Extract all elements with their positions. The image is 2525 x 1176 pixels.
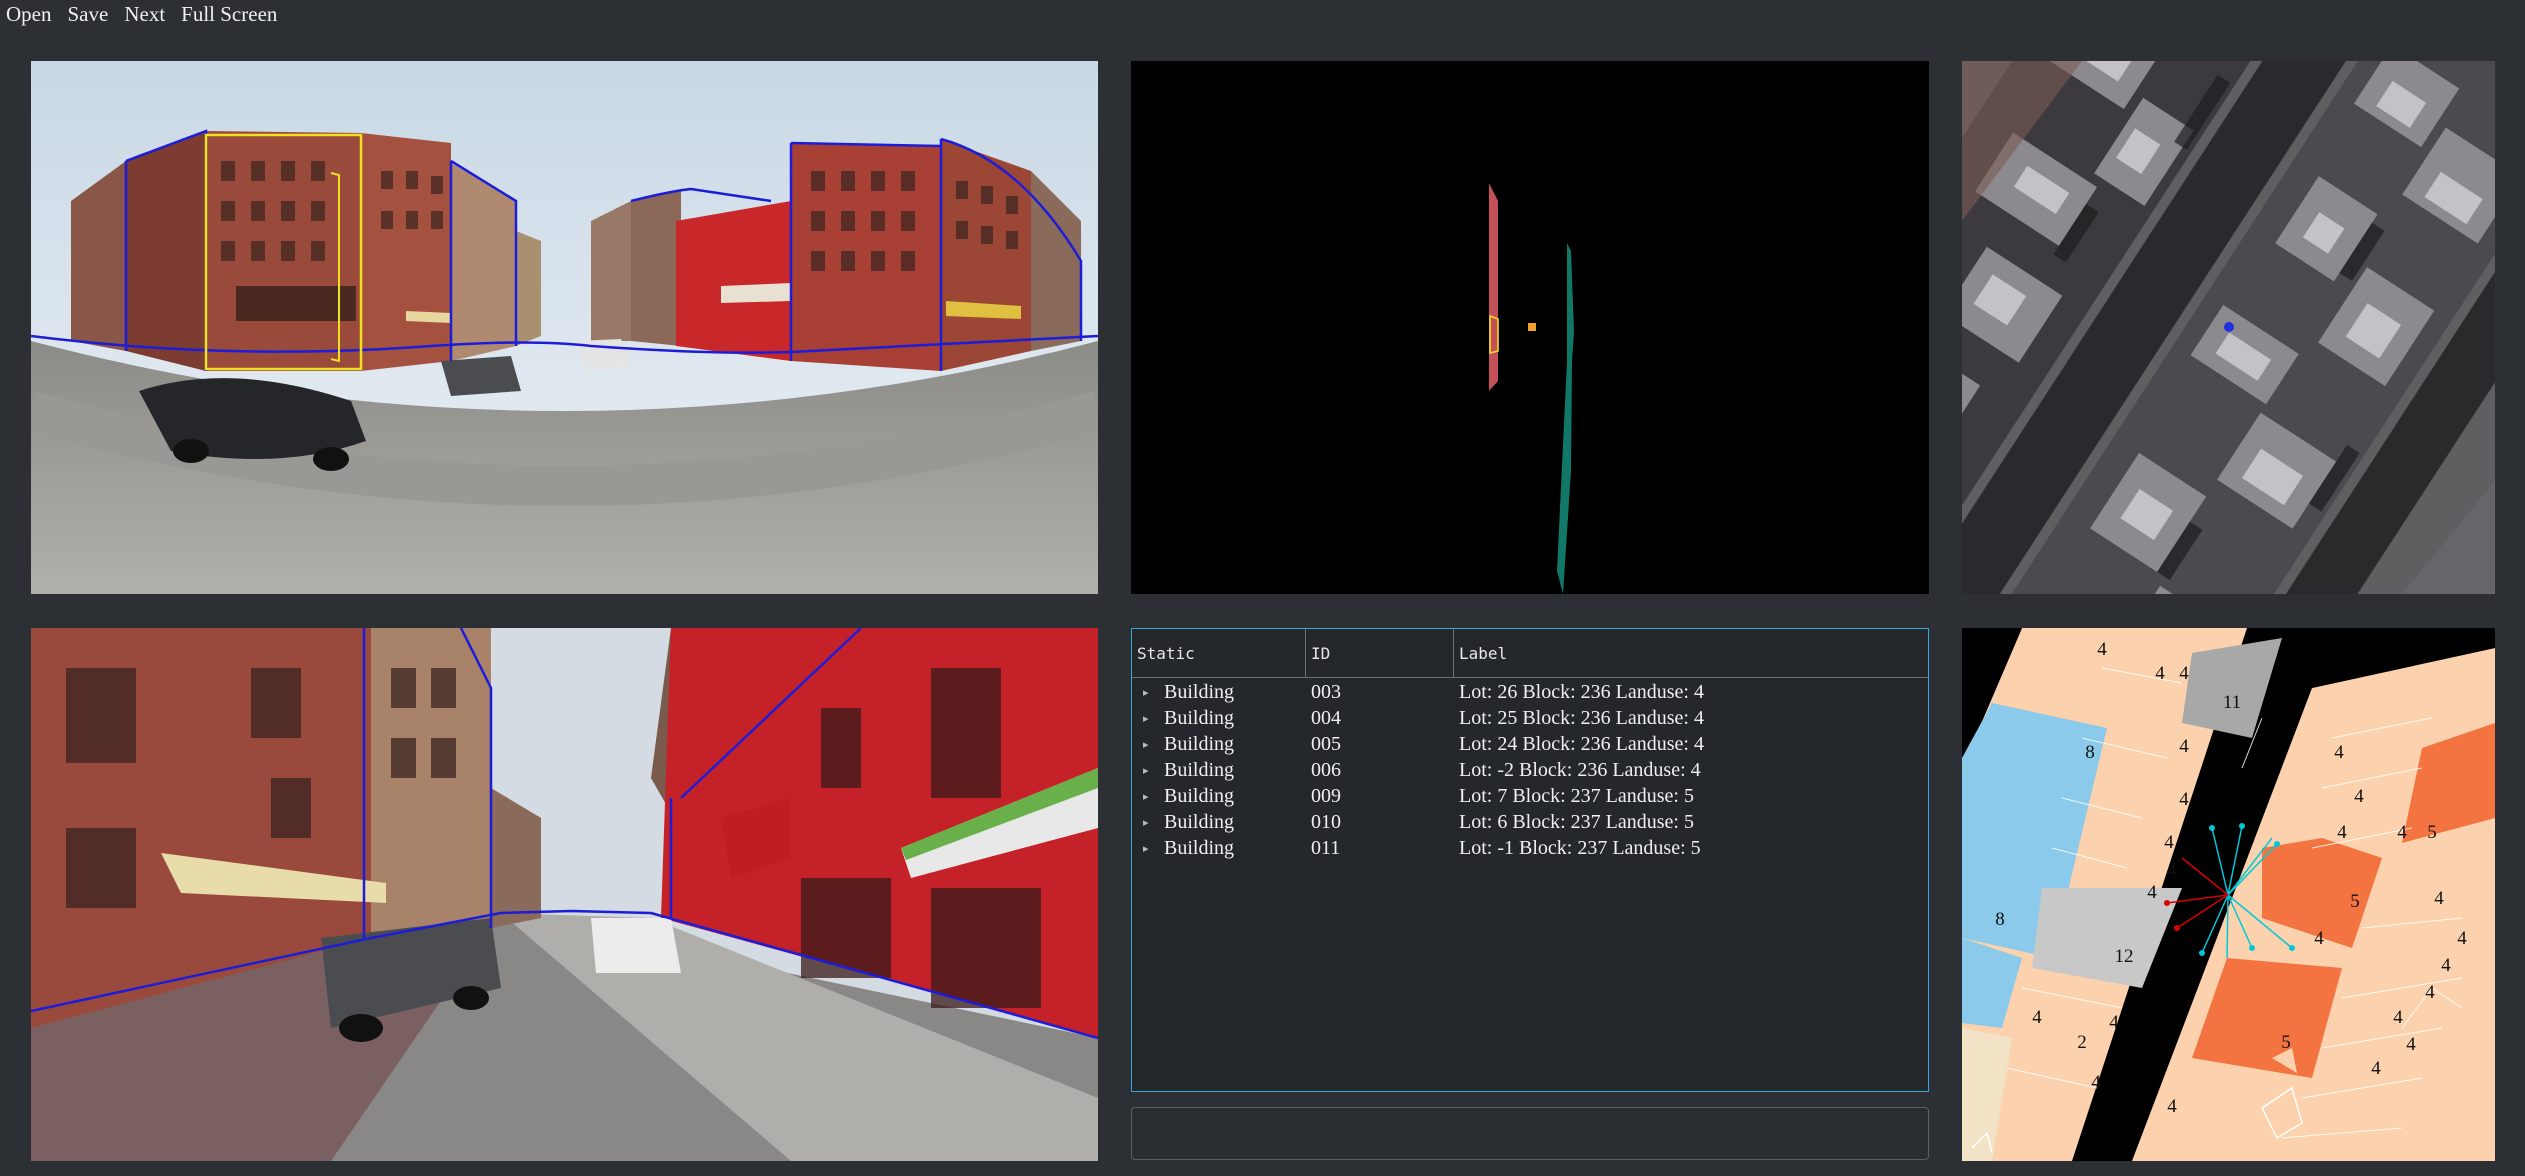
menu-bar: Open Save Next Full Screen xyxy=(0,0,285,28)
row-static: Building xyxy=(1164,810,1235,833)
lot-label: 2 xyxy=(2077,1032,2087,1053)
row-label: Lot: 7 Block: 237 Landuse: 5 xyxy=(1459,784,1694,807)
lot-label: 4 xyxy=(2167,860,2177,881)
open-menu[interactable]: Open xyxy=(0,0,60,28)
lot-label: 12 xyxy=(2115,946,2134,967)
expand-arrow-icon[interactable]: ▸ xyxy=(1143,738,1164,751)
lot-label: 4 xyxy=(2397,822,2407,843)
lot-label: 8 xyxy=(1995,909,2005,930)
lot-label: 4 xyxy=(2406,1034,2416,1055)
tree-body: ▸ Building 003 Lot: 26 Block: 236 Landuse: … xyxy=(1132,678,1928,861)
satellite-view[interactable] xyxy=(1962,61,2495,594)
perspective-view[interactable] xyxy=(31,628,1098,1161)
tree-row[interactable]: ▸ Building 010 Lot: 6 Block: 237 Landuse: 5 xyxy=(1132,809,1928,835)
tree-header: Static ID Label xyxy=(1132,629,1928,678)
row-static: Building xyxy=(1164,680,1235,703)
row-id: 005 xyxy=(1311,732,1341,755)
row-static: Building xyxy=(1164,706,1235,729)
tree-row[interactable]: ▸ Building 011 Lot: -1 Block: 237 Landuse: … xyxy=(1132,835,1928,861)
camera-position-marker xyxy=(2224,322,2234,332)
expand-arrow-icon[interactable]: ▸ xyxy=(1143,686,1164,699)
row-static: Building xyxy=(1164,836,1235,859)
lot-label: 5 xyxy=(2350,891,2360,912)
lot-label: 5 xyxy=(2281,1032,2291,1053)
lot-map: 4 4 4 11 8 4 4 4 4 4 4 5 4 4 5 4 8 12 4 … xyxy=(1962,628,2495,1161)
lot-label: 4 xyxy=(2425,982,2435,1003)
lot-label: 4 xyxy=(2167,1096,2177,1117)
lot-label: 4 xyxy=(2457,928,2467,949)
expand-arrow-icon[interactable]: ▸ xyxy=(1143,764,1164,777)
fullscreen-menu[interactable]: Full Screen xyxy=(173,0,285,28)
tree-row[interactable]: ▸ Building 005 Lot: 24 Block: 236 Landuse: … xyxy=(1132,731,1928,757)
tree-row[interactable]: ▸ Building 006 Lot: -2 Block: 236 Landuse: … xyxy=(1132,757,1928,783)
lot-label: 4 xyxy=(2354,786,2364,807)
lot-label: 4 xyxy=(2337,822,2347,843)
save-menu[interactable]: Save xyxy=(60,0,117,28)
expand-arrow-icon[interactable]: ▸ xyxy=(1143,816,1164,829)
next-menu[interactable]: Next xyxy=(116,0,173,28)
row-label: Lot: -1 Block: 237 Landuse: 5 xyxy=(1459,836,1701,859)
lot-label: 4 xyxy=(2179,789,2189,810)
expand-arrow-icon[interactable]: ▸ xyxy=(1143,842,1164,855)
lot-label: 5 xyxy=(2427,822,2437,843)
row-label: Lot: 6 Block: 237 Landuse: 5 xyxy=(1459,810,1694,833)
row-id: 011 xyxy=(1311,836,1341,859)
status-input[interactable] xyxy=(1131,1107,1929,1160)
lot-label: 4 xyxy=(2155,663,2165,684)
row-label: Lot: 26 Block: 236 Landuse: 4 xyxy=(1459,680,1704,703)
row-static: Building xyxy=(1164,732,1235,755)
header-id[interactable]: ID xyxy=(1306,629,1454,677)
row-id: 009 xyxy=(1311,784,1341,807)
lot-label: 4 xyxy=(2109,1012,2119,1033)
footprint-canvas xyxy=(1131,61,1929,594)
lot-label: 4 xyxy=(2097,639,2107,660)
lot-label: 4 xyxy=(2164,832,2174,853)
row-id: 003 xyxy=(1311,680,1341,703)
satellite-image xyxy=(1962,61,2495,594)
lot-label: 4 xyxy=(2334,742,2344,763)
lot-label: 4 xyxy=(2314,928,2324,949)
lot-map-view[interactable]: 4 4 4 11 8 4 4 4 4 4 4 5 4 4 5 4 8 12 4 … xyxy=(1962,628,2495,1161)
row-label: Lot: 24 Block: 236 Landuse: 4 xyxy=(1459,732,1704,755)
lot-label: 4 xyxy=(2441,955,2451,976)
lot-label: 4 xyxy=(2147,882,2157,903)
building-tree[interactable]: Static ID Label ▸ Building 003 Lot: 26 Bloc… xyxy=(1131,628,1929,1092)
lot-label: 4 xyxy=(2179,736,2189,757)
lot-label: 4 xyxy=(2179,663,2189,684)
footprint-view[interactable] xyxy=(1131,61,1929,594)
lot-label: 8 xyxy=(2085,742,2095,763)
expand-arrow-icon[interactable]: ▸ xyxy=(1143,712,1164,725)
row-id: 010 xyxy=(1311,810,1341,833)
lot-label: 4 xyxy=(2393,1007,2403,1028)
lot-label: 11 xyxy=(2223,692,2241,713)
row-static: Building xyxy=(1164,784,1235,807)
panorama-view[interactable] xyxy=(31,61,1098,594)
lot-label: 4 xyxy=(2032,1007,2042,1028)
row-static: Building xyxy=(1164,758,1235,781)
lot-label: 4 xyxy=(2091,1072,2101,1093)
row-id: 006 xyxy=(1311,758,1341,781)
header-static[interactable]: Static xyxy=(1132,629,1306,677)
expand-arrow-icon[interactable]: ▸ xyxy=(1143,790,1164,803)
perspective-image xyxy=(31,628,1098,1161)
tree-row[interactable]: ▸ Building 004 Lot: 25 Block: 236 Landuse: … xyxy=(1132,705,1928,731)
row-label: Lot: 25 Block: 236 Landuse: 4 xyxy=(1459,706,1704,729)
header-label[interactable]: Label xyxy=(1454,629,1928,677)
row-label: Lot: -2 Block: 236 Landuse: 4 xyxy=(1459,758,1701,781)
tree-row[interactable]: ▸ Building 009 Lot: 7 Block: 237 Landuse: 5 xyxy=(1132,783,1928,809)
panorama-image xyxy=(31,61,1098,594)
tree-row[interactable]: ▸ Building 003 Lot: 26 Block: 236 Landuse: … xyxy=(1132,679,1928,705)
lot-label: 4 xyxy=(2371,1058,2381,1079)
row-id: 004 xyxy=(1311,706,1341,729)
lot-label: 4 xyxy=(2434,888,2444,909)
